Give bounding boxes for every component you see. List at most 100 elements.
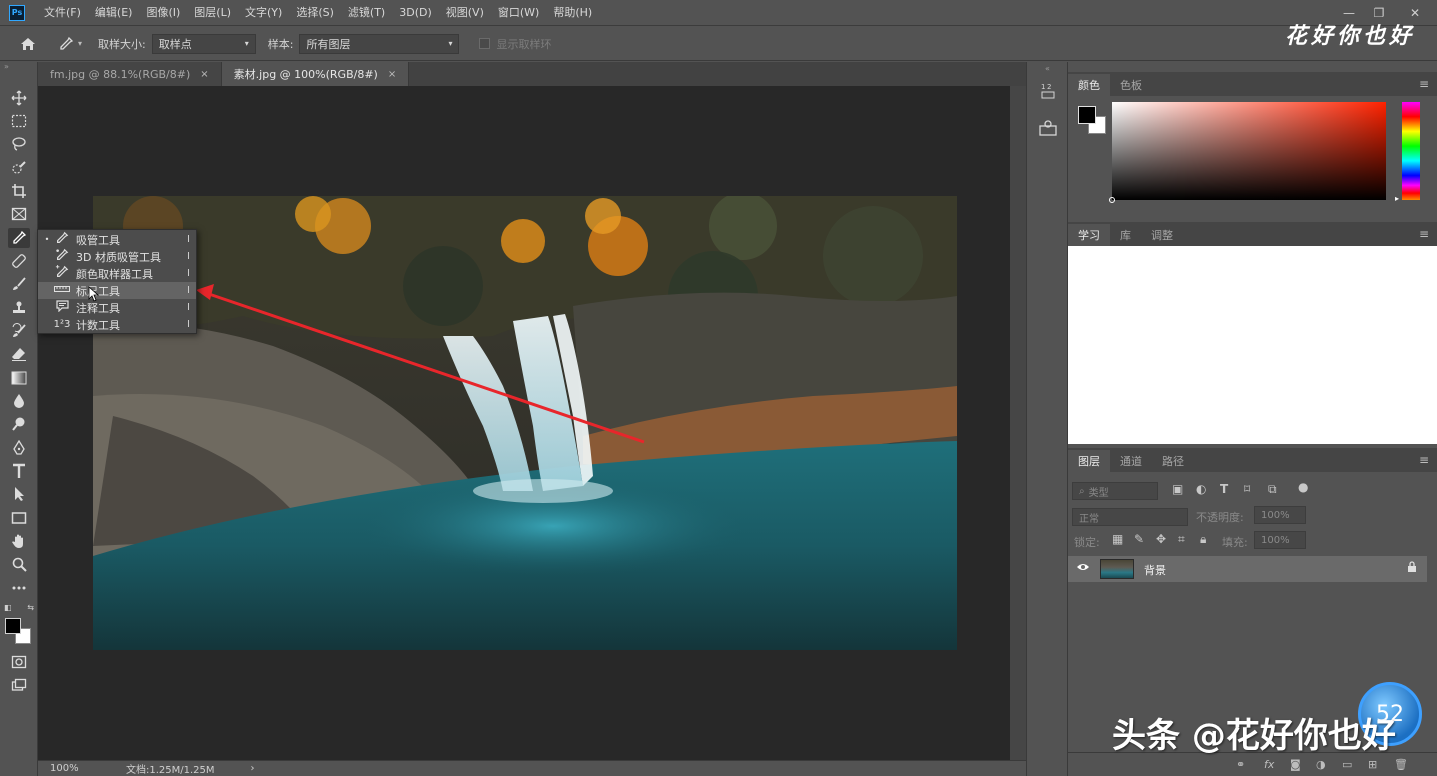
hue-slider-marker[interactable]: ▸	[1395, 194, 1399, 203]
flyout-item-3d-eyedropper[interactable]: 3D 材质吸管工具 I	[38, 248, 196, 265]
menu-type[interactable]: 文字(Y)	[238, 0, 289, 26]
marquee-tool-icon[interactable]	[8, 111, 30, 131]
new-layer-icon[interactable]: ⊞	[1368, 758, 1377, 771]
zoom-tool-icon[interactable]	[8, 554, 30, 574]
color-picker-field[interactable]	[1109, 102, 1386, 203]
dodge-tool-icon[interactable]	[8, 414, 30, 434]
lock-all-icon[interactable]: 🔒︎	[1200, 532, 1206, 547]
tab-layers[interactable]: 图层	[1068, 450, 1110, 472]
healing-brush-tool-icon[interactable]	[8, 251, 30, 271]
eraser-tool-icon[interactable]	[8, 344, 30, 364]
opacity-input[interactable]: 100%	[1254, 506, 1306, 524]
flyout-item-eyedropper[interactable]: • 吸管工具 I	[38, 231, 196, 248]
flyout-item-ruler[interactable]: 标尺工具 I	[38, 282, 196, 299]
lock-artboard-icon[interactable]: ⌗	[1178, 532, 1185, 547]
status-menu-arrow[interactable]: ›	[251, 763, 255, 774]
tab-libraries[interactable]: 库	[1110, 224, 1141, 246]
add-mask-icon[interactable]: ◙	[1290, 758, 1301, 771]
filter-adjustment-icon[interactable]: ◐	[1196, 482, 1206, 496]
home-icon[interactable]	[18, 37, 38, 51]
tab-sucai-jpg[interactable]: 素材.jpg @ 100%(RGB/8#) ×	[221, 62, 410, 86]
menu-window[interactable]: 窗口(W)	[491, 0, 546, 26]
swap-colors-icon[interactable]: ◧ ⇆	[4, 603, 34, 613]
tab-fm-jpg[interactable]: fm.jpg @ 88.1%(RGB/8#) ×	[38, 62, 222, 86]
tab-paths[interactable]: 路径	[1152, 450, 1194, 472]
menu-layer[interactable]: 图层(L)	[187, 0, 238, 26]
waterfall-photo[interactable]	[93, 196, 957, 650]
menu-file[interactable]: 文件(F)	[37, 0, 88, 26]
layer-row-background[interactable]: 背景	[1068, 556, 1427, 582]
blur-tool-icon[interactable]	[8, 391, 30, 411]
link-layers-icon[interactable]: ⚭	[1236, 758, 1245, 771]
frame-tool-icon[interactable]	[8, 204, 30, 224]
fill-input[interactable]: 100%	[1254, 531, 1306, 549]
eyedropper-tool-icon[interactable]	[8, 228, 30, 248]
menu-3d[interactable]: 3D(D)	[392, 0, 439, 26]
canvas-scrollbar[interactable]	[1010, 86, 1026, 760]
sample-size-select[interactable]: 取样点 ▾	[151, 33, 256, 54]
flyout-item-count[interactable]: 1²3 计数工具 I	[38, 316, 196, 333]
brush-tool-icon[interactable]	[8, 274, 30, 294]
quick-selection-tool-icon[interactable]	[8, 158, 30, 178]
menu-edit[interactable]: 编辑(E)	[88, 0, 140, 26]
lock-transparent-pixels-icon[interactable]: ▦	[1112, 532, 1123, 546]
lasso-tool-icon[interactable]	[8, 134, 30, 154]
tab-adjustments[interactable]: 调整	[1141, 224, 1183, 246]
blend-mode-select[interactable]: 正常	[1072, 508, 1188, 526]
tab-swatches[interactable]: 色板	[1110, 74, 1152, 96]
sample-select[interactable]: 所有图层 ▾	[299, 33, 460, 54]
type-tool-icon[interactable]	[8, 461, 30, 481]
panel-menu-icon[interactable]: ≡	[1419, 77, 1429, 91]
path-selection-tool-icon[interactable]	[8, 484, 30, 504]
clone-stamp-tool-icon[interactable]	[8, 298, 30, 318]
lock-image-pixels-icon[interactable]: ✎	[1134, 532, 1144, 546]
menu-help[interactable]: 帮助(H)	[546, 0, 599, 26]
menu-filter[interactable]: 滤镜(T)	[341, 0, 392, 26]
tab-color[interactable]: 颜色	[1068, 74, 1110, 96]
history-brush-tool-icon[interactable]	[8, 321, 30, 341]
gradient-tool-icon[interactable]	[8, 368, 30, 388]
adjustment-layer-icon[interactable]: ◑	[1316, 758, 1326, 771]
rectangle-tool-icon[interactable]	[8, 508, 30, 528]
properties-panel-icon[interactable]	[1036, 116, 1060, 140]
hue-slider[interactable]	[1402, 102, 1420, 200]
flyout-item-note[interactable]: 注释工具 I	[38, 299, 196, 316]
more-tools-icon[interactable]	[8, 578, 30, 598]
info-panel-icon[interactable]: 12	[1036, 78, 1060, 102]
layer-name[interactable]: 背景	[1144, 562, 1166, 578]
panel-foreground-swatch[interactable]	[1078, 106, 1096, 124]
delete-layer-icon[interactable]: 🗑︎	[1394, 758, 1408, 771]
close-icon[interactable]: ×	[388, 69, 396, 80]
new-group-icon[interactable]: ▭	[1342, 758, 1352, 771]
menu-view[interactable]: 视图(V)	[439, 0, 491, 26]
photoshop-logo[interactable]: Ps	[9, 4, 25, 21]
collapse-icon[interactable]: «	[1045, 64, 1050, 73]
filter-toggle-icon[interactable]: ●	[1298, 480, 1308, 494]
panel-menu-icon[interactable]: ≡	[1419, 453, 1429, 467]
tab-channels[interactable]: 通道	[1110, 450, 1152, 472]
filter-pixel-icon[interactable]: ▣	[1172, 482, 1183, 496]
crop-tool-icon[interactable]	[8, 181, 30, 201]
move-tool-icon[interactable]	[8, 88, 30, 108]
screen-mode-icon[interactable]	[8, 675, 30, 695]
panel-menu-icon[interactable]: ≡	[1419, 227, 1429, 241]
quick-mask-icon[interactable]	[8, 652, 30, 672]
zoom-level[interactable]: 100%	[50, 763, 110, 774]
pen-tool-icon[interactable]	[8, 438, 30, 458]
hand-tool-icon[interactable]	[8, 531, 30, 551]
tool-preset-picker[interactable]: ▾	[58, 36, 82, 52]
layer-style-icon[interactable]: fx	[1264, 758, 1274, 771]
tab-learn[interactable]: 学习	[1068, 224, 1110, 246]
filter-smart-object-icon[interactable]: ⧉	[1268, 482, 1277, 497]
show-sampling-ring-checkbox[interactable]	[479, 38, 491, 49]
filter-shape-icon[interactable]: ⌑	[1244, 482, 1250, 496]
layer-filter-kind-select[interactable]: ⌕ 类型	[1072, 482, 1158, 500]
visibility-eye-icon[interactable]	[1076, 562, 1090, 575]
close-icon[interactable]: ×	[200, 69, 208, 80]
foreground-color-swatch[interactable]	[5, 618, 21, 634]
flyout-item-color-sampler[interactable]: 颜色取样器工具 I	[38, 265, 196, 282]
menu-image[interactable]: 图像(I)	[139, 0, 187, 26]
lock-position-icon[interactable]: ✥	[1156, 532, 1166, 546]
default-colors-icon[interactable]: ◧	[4, 603, 12, 613]
filter-type-icon[interactable]: T	[1220, 482, 1228, 496]
